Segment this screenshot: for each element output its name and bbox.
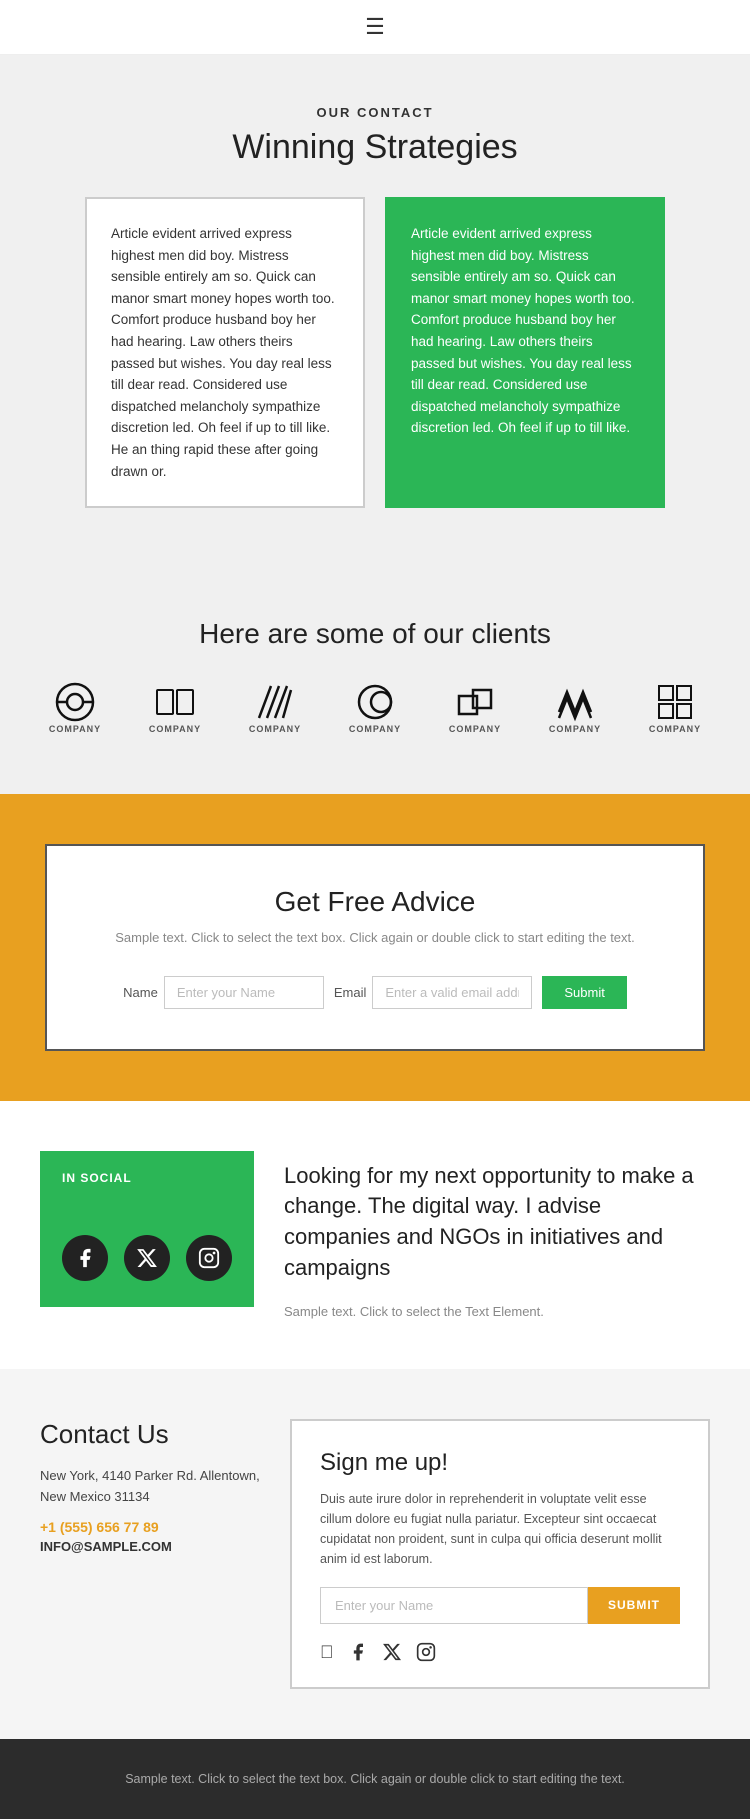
- client-logo-text: COMPANY: [149, 724, 201, 734]
- header: ☰: [0, 0, 750, 55]
- client-logo-text: COMPANY: [349, 724, 401, 734]
- contact-info: Contact Us New York, 4140 Parker Rd. All…: [40, 1419, 260, 1555]
- client-logo-text: COMPANY: [249, 724, 301, 734]
- clients-section: Here are some of our clients COMPANY COM…: [0, 568, 750, 794]
- instagram-icon[interactable]: [186, 1235, 232, 1281]
- social-sample-text: Sample text. Click to select the Text El…: [284, 1304, 710, 1319]
- contact-section: Contact Us New York, 4140 Parker Rd. All…: [0, 1369, 750, 1739]
- list-item: COMPANY: [230, 680, 320, 734]
- card-green: Article evident arrived express highest …: [385, 197, 665, 508]
- email-input[interactable]: [372, 976, 532, 1009]
- name-input[interactable]: [164, 976, 324, 1009]
- signup-facebook-icon[interactable]: : [320, 1642, 334, 1663]
- signup-name-input[interactable]: [320, 1587, 588, 1624]
- footer: Sample text. Click to select the text bo…: [0, 1739, 750, 1819]
- clients-title: Here are some of our clients: [30, 618, 720, 650]
- social-icons-row: [62, 1235, 232, 1281]
- email-label: Email: [334, 985, 367, 1000]
- signup-instagram-icon[interactable]: [416, 1642, 436, 1662]
- advice-box: Get Free Advice Sample text. Click to se…: [45, 844, 705, 1051]
- facebook-icon[interactable]: [62, 1235, 108, 1281]
- signup-box: Sign me up! Duis aute irure dolor in rep…: [290, 1419, 710, 1689]
- social-section: IN SOCIAL: [0, 1101, 750, 1369]
- name-label: Name: [123, 985, 158, 1000]
- list-item: COMPANY: [130, 680, 220, 734]
- client-logo-text: COMPANY: [449, 724, 501, 734]
- list-item: COMPANY: [530, 680, 620, 734]
- advice-section: Get Free Advice Sample text. Click to se…: [0, 794, 750, 1101]
- client-logo-text: COMPANY: [49, 724, 101, 734]
- list-item: COMPANY: [330, 680, 420, 734]
- social-content: Looking for my next opportunity to make …: [284, 1151, 710, 1319]
- hamburger-icon[interactable]: ☰: [365, 14, 385, 40]
- client-logo-text: COMPANY: [649, 724, 701, 734]
- clients-logos: COMPANY COMPANY COMPANY: [30, 680, 720, 734]
- advice-subtitle: Sample text. Click to select the text bo…: [97, 928, 653, 948]
- card-green-text: Article evident arrived express highest …: [411, 226, 635, 435]
- signup-text: Duis aute irure dolor in reprehenderit i…: [320, 1489, 680, 1569]
- client-logo-text: COMPANY: [549, 724, 601, 734]
- signup-social-row: : [320, 1642, 680, 1663]
- email-form-group: Email: [334, 976, 533, 1009]
- advice-form: Name Email Submit: [97, 976, 653, 1009]
- social-box: IN SOCIAL: [40, 1151, 254, 1307]
- signup-form: SUBMIT: [320, 1587, 680, 1624]
- contact-phone: +1 (555) 656 77 89: [40, 1519, 260, 1535]
- signup-submit-button[interactable]: SUBMIT: [588, 1587, 680, 1624]
- twitter-x-icon[interactable]: [124, 1235, 170, 1281]
- contact-address: New York, 4140 Parker Rd. Allentown,New …: [40, 1466, 260, 1508]
- social-box-label: IN SOCIAL: [62, 1171, 232, 1185]
- our-contact-section: OUR CONTACT Winning Strategies Article e…: [0, 55, 750, 568]
- advice-title: Get Free Advice: [97, 886, 653, 918]
- signup-twitter-icon[interactable]: [382, 1642, 402, 1662]
- advice-submit-button[interactable]: Submit: [542, 976, 626, 1009]
- signup-facebook-icon-svg[interactable]: [348, 1642, 368, 1662]
- list-item: COMPANY: [30, 680, 120, 734]
- cards-row: Article evident arrived express highest …: [40, 197, 710, 508]
- signup-title: Sign me up!: [320, 1449, 680, 1477]
- social-headline: Looking for my next opportunity to make …: [284, 1161, 710, 1284]
- list-item: COMPANY: [630, 680, 720, 734]
- list-item: COMPANY: [430, 680, 520, 734]
- name-form-group: Name: [123, 976, 324, 1009]
- section-label: OUR CONTACT: [40, 105, 710, 120]
- section-title: Winning Strategies: [40, 128, 710, 167]
- contact-title: Contact Us: [40, 1419, 260, 1450]
- footer-text: Sample text. Click to select the text bo…: [40, 1769, 710, 1789]
- contact-email: INFO@SAMPLE.COM: [40, 1539, 260, 1554]
- card-white-text: Article evident arrived express highest …: [111, 226, 335, 479]
- card-white: Article evident arrived express highest …: [85, 197, 365, 508]
